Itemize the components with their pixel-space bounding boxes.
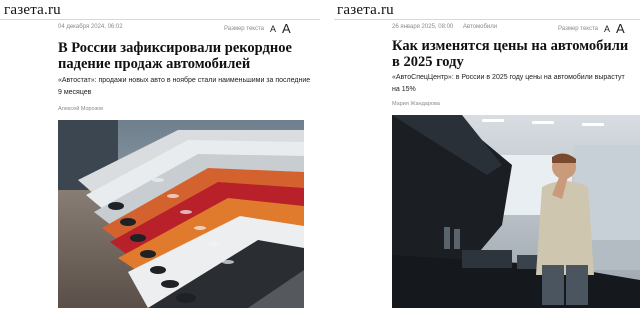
article-author[interactable]: Мария Жандарова — [392, 101, 440, 107]
text-size-control: Размер текста A A — [224, 21, 291, 36]
article-date: 26 января 2025, 08:00 — [392, 24, 454, 30]
article-title: Как изменятся цены на автомобили в 2025 … — [392, 38, 629, 70]
article-date: 04 декабря 2024, 06:02 — [58, 24, 123, 30]
text-size-label: Размер текста — [224, 25, 265, 32]
text-size-increase-button[interactable]: A — [616, 21, 625, 36]
site-logo[interactable]: газета.ru — [4, 2, 61, 19]
text-size-increase-button[interactable]: A — [282, 21, 291, 36]
text-size-label: Размер текста — [558, 25, 599, 32]
text-size-decrease-button[interactable]: A — [604, 24, 610, 34]
text-size-decrease-button[interactable]: A — [270, 24, 276, 34]
article-category-link[interactable]: Автомобили — [463, 24, 497, 30]
article-title: В России зафиксировали рекордное падение… — [58, 40, 292, 72]
header-divider — [0, 19, 320, 20]
text-size-control: Размер текста A A — [558, 21, 625, 36]
man-inspecting-car-engine-photo — [392, 115, 640, 308]
article-author[interactable]: Алексей Морозов — [58, 106, 103, 112]
site-logo[interactable]: газета.ru — [337, 2, 394, 19]
article-panel-left: газета.ru 04 декабря 2024, 06:02 Размер … — [0, 0, 320, 310]
header-divider — [334, 19, 640, 20]
row-of-parked-cars-photo — [58, 120, 304, 308]
article-meta: 26 января 2025, 08:00 Автомобили — [392, 24, 497, 30]
article-lead: «АвтоСпецЦентр»: в России в 2025 году це… — [392, 74, 625, 93]
article-lead: «Автостат»: продажи новых авто в ноябре … — [58, 77, 311, 96]
article-panel-right: газета.ru 26 января 2025, 08:00 Автомоби… — [334, 0, 640, 310]
